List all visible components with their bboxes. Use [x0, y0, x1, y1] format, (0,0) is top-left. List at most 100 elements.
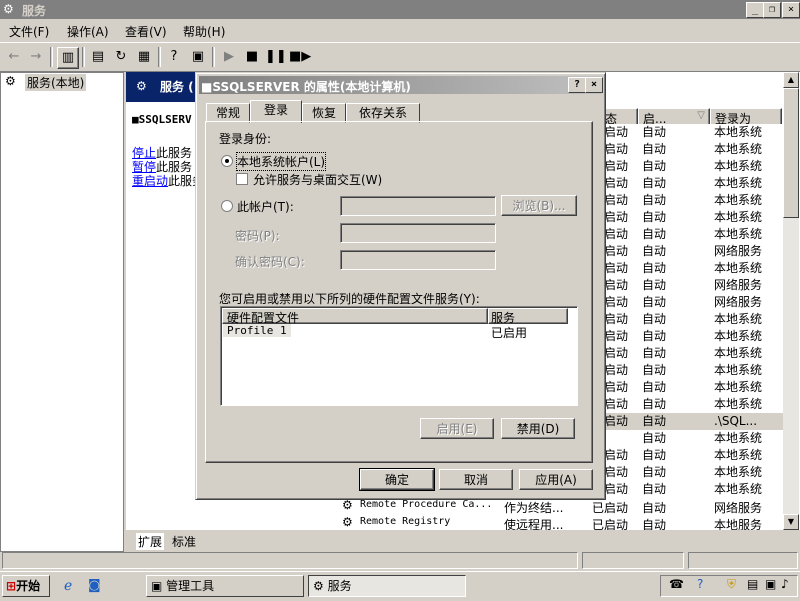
monitor-icon[interactable]: ▣ — [765, 577, 776, 591]
tab-dependencies[interactable]: 依存关系 — [346, 103, 420, 123]
scroll-down-icon[interactable]: ▼ — [783, 514, 799, 530]
cancel-button[interactable]: 取消 — [439, 469, 513, 490]
table-row[interactable]: 启动 自动 本地系统 — [600, 447, 784, 464]
menu-file[interactable]: 文件(F) — [9, 23, 49, 40]
restore-button[interactable]: ❐ — [763, 2, 781, 18]
hw-profile-row[interactable]: Profile 1 已启用 — [223, 324, 569, 340]
local-system-radio[interactable] — [221, 155, 233, 167]
show-tree-icon[interactable]: ▥ — [57, 47, 79, 69]
cell-status: 启动 — [604, 363, 629, 377]
cell-startup: 自动 — [642, 244, 667, 258]
table-row[interactable]: 启动 自动 .\SQL... — [600, 413, 784, 430]
browse-button: 浏览(B)... — [501, 195, 577, 216]
minimize-button[interactable]: _ — [746, 2, 764, 18]
table-row[interactable]: ⚙ Remote Procedure Ca... 作为终结... 已启动 自动 … — [342, 498, 782, 515]
start-button[interactable]: ⊞开始 — [2, 575, 50, 597]
table-row[interactable]: 启动 自动 本地系统 — [600, 345, 784, 362]
table-row[interactable]: 启动 自动 本地系统 — [600, 396, 784, 413]
table-row[interactable]: 启动 自动 本地系统 — [600, 311, 784, 328]
table-row[interactable]: 启动 自动 本地系统 — [600, 141, 784, 158]
vertical-scrollbar[interactable]: ▲ ▼ — [783, 72, 799, 530]
console-icon[interactable]: ▣ — [188, 47, 208, 67]
taskbar-admin-tools[interactable]: ▣ 管理工具 — [146, 575, 304, 597]
speaker-icon[interactable]: ♪ — [781, 577, 789, 591]
tab-logon[interactable]: 登录 — [250, 100, 302, 123]
back-icon[interactable]: ← — [4, 47, 24, 67]
service-icon: ⚙ — [342, 498, 353, 512]
restart-service-icon[interactable]: ■▶ — [289, 47, 311, 67]
allow-desktop-checkbox[interactable] — [236, 173, 248, 185]
this-account-radio[interactable] — [221, 200, 233, 212]
shield-icon[interactable]: ⛨ — [727, 577, 736, 592]
cell-logon: 本地系统 — [714, 329, 763, 343]
explorer-icon[interactable]: ◙ — [88, 578, 101, 593]
hw-column-service[interactable]: 服务 — [488, 308, 568, 325]
action-restart[interactable]: 重启动此服务 — [132, 172, 204, 189]
start-service-icon[interactable]: ▶ — [219, 47, 239, 67]
ie-icon[interactable]: ℯ — [64, 578, 72, 594]
cell-startup: 自动 — [642, 363, 667, 377]
cell-logon: 本地系统 — [714, 465, 763, 479]
table-row[interactable]: 启动 自动 本地系统 — [600, 209, 784, 226]
apply-button[interactable]: 应用(A) — [519, 469, 593, 490]
menu-help[interactable]: 帮助(H) — [183, 23, 225, 40]
sql-tray-icon[interactable]: ▤ — [747, 577, 758, 591]
hw-column-profile[interactable]: 硬件配置文件 — [222, 308, 488, 325]
ok-button[interactable]: 确定 — [359, 468, 435, 491]
table-row[interactable]: 启动 自动 本地系统 — [600, 158, 784, 175]
scroll-thumb[interactable] — [783, 88, 799, 218]
table-row[interactable]: 启动 自动 网络服务 — [600, 294, 784, 311]
table-row[interactable]: 自动 本地系统 — [600, 430, 784, 447]
this-account-label[interactable]: 此帐户(T): — [237, 198, 294, 215]
table-row[interactable]: 启动 自动 本地系统 — [600, 192, 784, 209]
cell-status: 启动 — [604, 125, 629, 139]
help-tray-icon[interactable]: ? — [697, 577, 703, 591]
forward-icon[interactable]: → — [26, 47, 46, 67]
cell-status: 启动 — [604, 346, 629, 360]
taskbar-services[interactable]: ⚙ 服务 — [308, 575, 466, 597]
table-row[interactable]: 启动 自动 本地系统 — [600, 379, 784, 396]
table-row[interactable]: 启动 自动 本地系统 — [600, 124, 784, 141]
close-button[interactable]: × — [782, 2, 800, 18]
action-restart-link[interactable]: 重启动 — [132, 174, 168, 188]
table-row[interactable]: 启动 自动 本地系统 — [600, 226, 784, 243]
table-row[interactable]: 启动 自动 本地系统 — [600, 328, 784, 345]
table-row[interactable]: 启动 自动 本地系统 — [600, 362, 784, 379]
table-row[interactable]: 启动 自动 本地系统 — [600, 260, 784, 277]
properties-icon[interactable]: ▤ — [88, 47, 108, 67]
stop-service-icon[interactable]: ■ — [242, 47, 262, 67]
logon-as-label: 登录身份: — [219, 132, 272, 146]
dialog-close-button[interactable]: × — [585, 77, 603, 93]
services-app-icon: ⚙ — [3, 2, 14, 16]
status-bar — [0, 550, 800, 570]
cell-status: 启动 — [604, 244, 629, 258]
export-list-icon[interactable]: ▦ — [134, 47, 154, 67]
account-input — [340, 196, 496, 216]
cell-startup: 自动 — [642, 142, 667, 156]
tree-item-services-local[interactable]: 服务(本地) — [25, 74, 87, 91]
allow-desktop-label[interactable]: 允许服务与桌面交互(W) — [253, 171, 382, 188]
table-row[interactable]: 启动 自动 本地系统 — [600, 481, 784, 498]
hw-profiles-list[interactable]: 硬件配置文件 服务 Profile 1 已启用 — [220, 306, 578, 406]
help-icon[interactable]: ? — [164, 47, 184, 67]
table-row[interactable]: 启动 自动 本地系统 — [600, 464, 784, 481]
table-row[interactable]: 启动 自动 网络服务 — [600, 277, 784, 294]
pause-service-icon[interactable]: ❚❚ — [265, 47, 287, 67]
table-row[interactable]: 启动 自动 网络服务 — [600, 243, 784, 260]
cell-status: 启动 — [604, 261, 629, 275]
tab-extended[interactable]: 扩展 — [136, 533, 165, 550]
menu-view[interactable]: 查看(V) — [125, 23, 167, 40]
scroll-up-icon[interactable]: ▲ — [783, 72, 799, 88]
tab-recovery[interactable]: 恢复 — [302, 103, 346, 123]
table-row[interactable]: 启动 自动 本地系统 — [600, 175, 784, 192]
network-icon[interactable]: ☎ — [669, 577, 684, 591]
menu-action[interactable]: 操作(A) — [67, 23, 109, 40]
tab-general[interactable]: 常规 — [206, 103, 250, 123]
disable-button[interactable]: 禁用(D) — [501, 418, 575, 439]
refresh-icon[interactable]: ↻ — [111, 47, 131, 67]
dialog-help-button[interactable]: ? — [568, 77, 586, 93]
tab-standard[interactable]: 标准 — [172, 533, 196, 550]
local-system-label[interactable]: 本地系统帐户(L) — [235, 152, 327, 171]
cell-logon: 本地系统 — [714, 346, 763, 360]
cell-startup: 自动 — [642, 414, 667, 428]
